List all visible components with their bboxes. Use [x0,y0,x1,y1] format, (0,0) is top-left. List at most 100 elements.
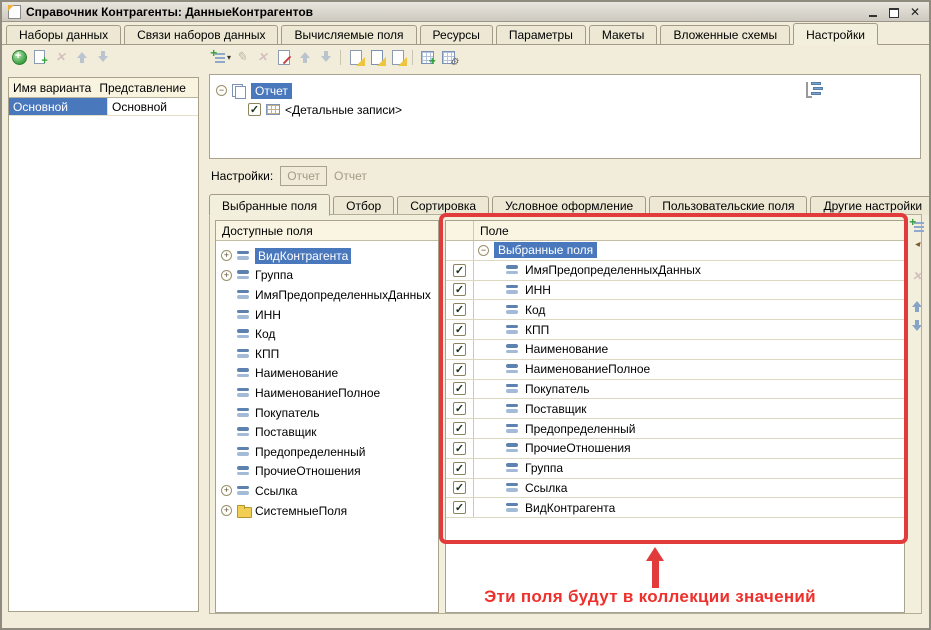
selected-field-row[interactable]: НаименованиеПолное [446,360,904,380]
main-tab[interactable]: Связи наборов данных [124,25,278,44]
toolbar-button[interactable] [294,48,315,66]
toolbar-button[interactable] [366,48,387,66]
available-field-row[interactable]: Ссылка [216,481,438,501]
toolbar-button[interactable] [907,267,928,285]
field-checkbox[interactable] [453,264,466,277]
main-tab[interactable]: Ресурсы [420,25,493,44]
main-tab[interactable]: Настройки [793,23,878,45]
field-checkbox[interactable] [453,462,466,475]
field-label: Код [525,303,545,317]
selected-field-row[interactable]: Поставщик [446,399,904,419]
available-field-row[interactable]: НаименованиеПолное [216,383,438,403]
toolbar-button[interactable] [345,48,366,66]
selected-field-row[interactable]: ВидКонтрагента [446,498,904,518]
restore-icon[interactable] [888,6,900,18]
expand-icon[interactable] [221,270,232,281]
field-checkbox[interactable] [453,501,466,514]
field-checkbox[interactable] [453,323,466,336]
variant-row[interactable]: Основной Основной [9,98,198,116]
detail-records-checkbox[interactable] [248,103,261,116]
main-tab[interactable]: Вложенные схемы [660,25,790,44]
selected-field-row[interactable]: КПП [446,320,904,340]
selected-field-row[interactable]: Покупатель [446,380,904,400]
available-field-row[interactable]: СистемныеПоля [216,501,438,521]
field-checkbox[interactable] [453,283,466,296]
available-field-row[interactable]: КПП [216,344,438,364]
selected-fields-group-row[interactable]: Выбранные поля [446,241,904,261]
selected-field-row[interactable]: ИНН [446,281,904,301]
field-checkbox[interactable] [453,343,466,356]
field-checkbox[interactable] [453,442,466,455]
toolbar-button[interactable] [273,48,294,66]
toolbar-button[interactable] [92,48,113,66]
settings-tab[interactable]: Пользовательские поля [649,196,807,215]
available-fields-panel: Доступные поля ВидКонтрагента Группа [215,220,439,613]
field-checkbox[interactable] [453,422,466,435]
expand-icon[interactable] [221,505,232,516]
selected-field-row[interactable]: Наименование [446,340,904,360]
toolbar-button[interactable] [907,237,928,255]
field-icon [237,251,250,261]
toolbar-button[interactable] [907,297,928,315]
field-checkbox[interactable] [453,363,466,376]
field-checkbox[interactable] [453,303,466,316]
minimize-icon[interactable] [867,6,879,18]
structure-hierarchy-icon[interactable] [805,81,822,98]
toolbar-button[interactable] [315,48,336,66]
main-tab[interactable]: Макеты [589,25,658,44]
available-field-row[interactable]: ПрочиеОтношения [216,462,438,482]
field-checkbox[interactable] [453,402,466,415]
main-tab[interactable]: Наборы данных [6,25,121,44]
toolbar-button[interactable] [387,48,408,66]
tree-child-row[interactable]: <Детальные записи> [210,100,920,119]
expand-icon[interactable] [221,250,232,261]
close-icon[interactable]: ✕ [909,6,921,18]
toolbar-button[interactable] [210,48,231,66]
selected-field-row[interactable]: Ссылка [446,479,904,499]
collapse-icon[interactable] [478,245,489,256]
available-field-row[interactable]: ВидКонтрагента [216,246,438,266]
toolbar-button[interactable] [340,50,341,65]
selected-field-row[interactable]: ИмяПредопределенныхДанных [446,261,904,281]
field-checkbox[interactable] [453,481,466,494]
available-field-row[interactable]: Группа [216,266,438,286]
toolbar-button[interactable] [412,50,413,65]
settings-tab[interactable]: Условное оформление [492,196,646,215]
main-tab[interactable]: Параметры [496,25,586,44]
field-label: Поставщик [255,425,317,439]
selected-field-row[interactable]: ПрочиеОтношения [446,439,904,459]
settings-tab[interactable]: Отбор [333,196,394,215]
available-field-row[interactable]: Поставщик [216,422,438,442]
toolbar-button[interactable] [907,317,928,335]
available-field-row[interactable]: ИНН [216,305,438,325]
settings-save-icon [390,49,406,65]
variant-name-cell[interactable]: Основной [9,98,108,115]
field-label: Ссылка [525,481,567,495]
collapse-icon[interactable] [216,85,227,96]
settings-tab[interactable]: Сортировка [397,196,489,215]
available-field-row[interactable]: ИмяПредопределенныхДанных [216,285,438,305]
selected-field-row[interactable]: Предопределенный [446,419,904,439]
toolbar-button[interactable] [8,48,29,66]
settings-variant-button[interactable]: Отчет [280,166,327,186]
toolbar-button[interactable] [29,48,50,66]
toolbar-button[interactable] [907,221,928,231]
toolbar-button[interactable] [50,48,71,66]
available-field-row[interactable]: Код [216,324,438,344]
main-tab[interactable]: Вычисляемые поля [281,25,416,44]
selected-field-row[interactable]: Код [446,300,904,320]
variant-presentation-cell[interactable]: Основной [108,98,198,115]
available-field-row[interactable]: Наименование [216,364,438,384]
selected-field-row[interactable]: Группа [446,459,904,479]
field-checkbox[interactable] [453,382,466,395]
settings-tab[interactable]: Выбранные поля [209,194,330,216]
expand-icon[interactable] [221,485,232,496]
available-field-row[interactable]: Покупатель [216,403,438,423]
settings-tab[interactable]: Другие настройки [810,196,931,215]
available-field-row[interactable]: Предопределенный [216,442,438,462]
toolbar-button[interactable] [71,48,92,66]
toolbar-button[interactable] [417,48,438,66]
toolbar-button[interactable] [252,48,273,66]
toolbar-button[interactable] [438,48,459,66]
toolbar-button[interactable] [231,48,252,66]
